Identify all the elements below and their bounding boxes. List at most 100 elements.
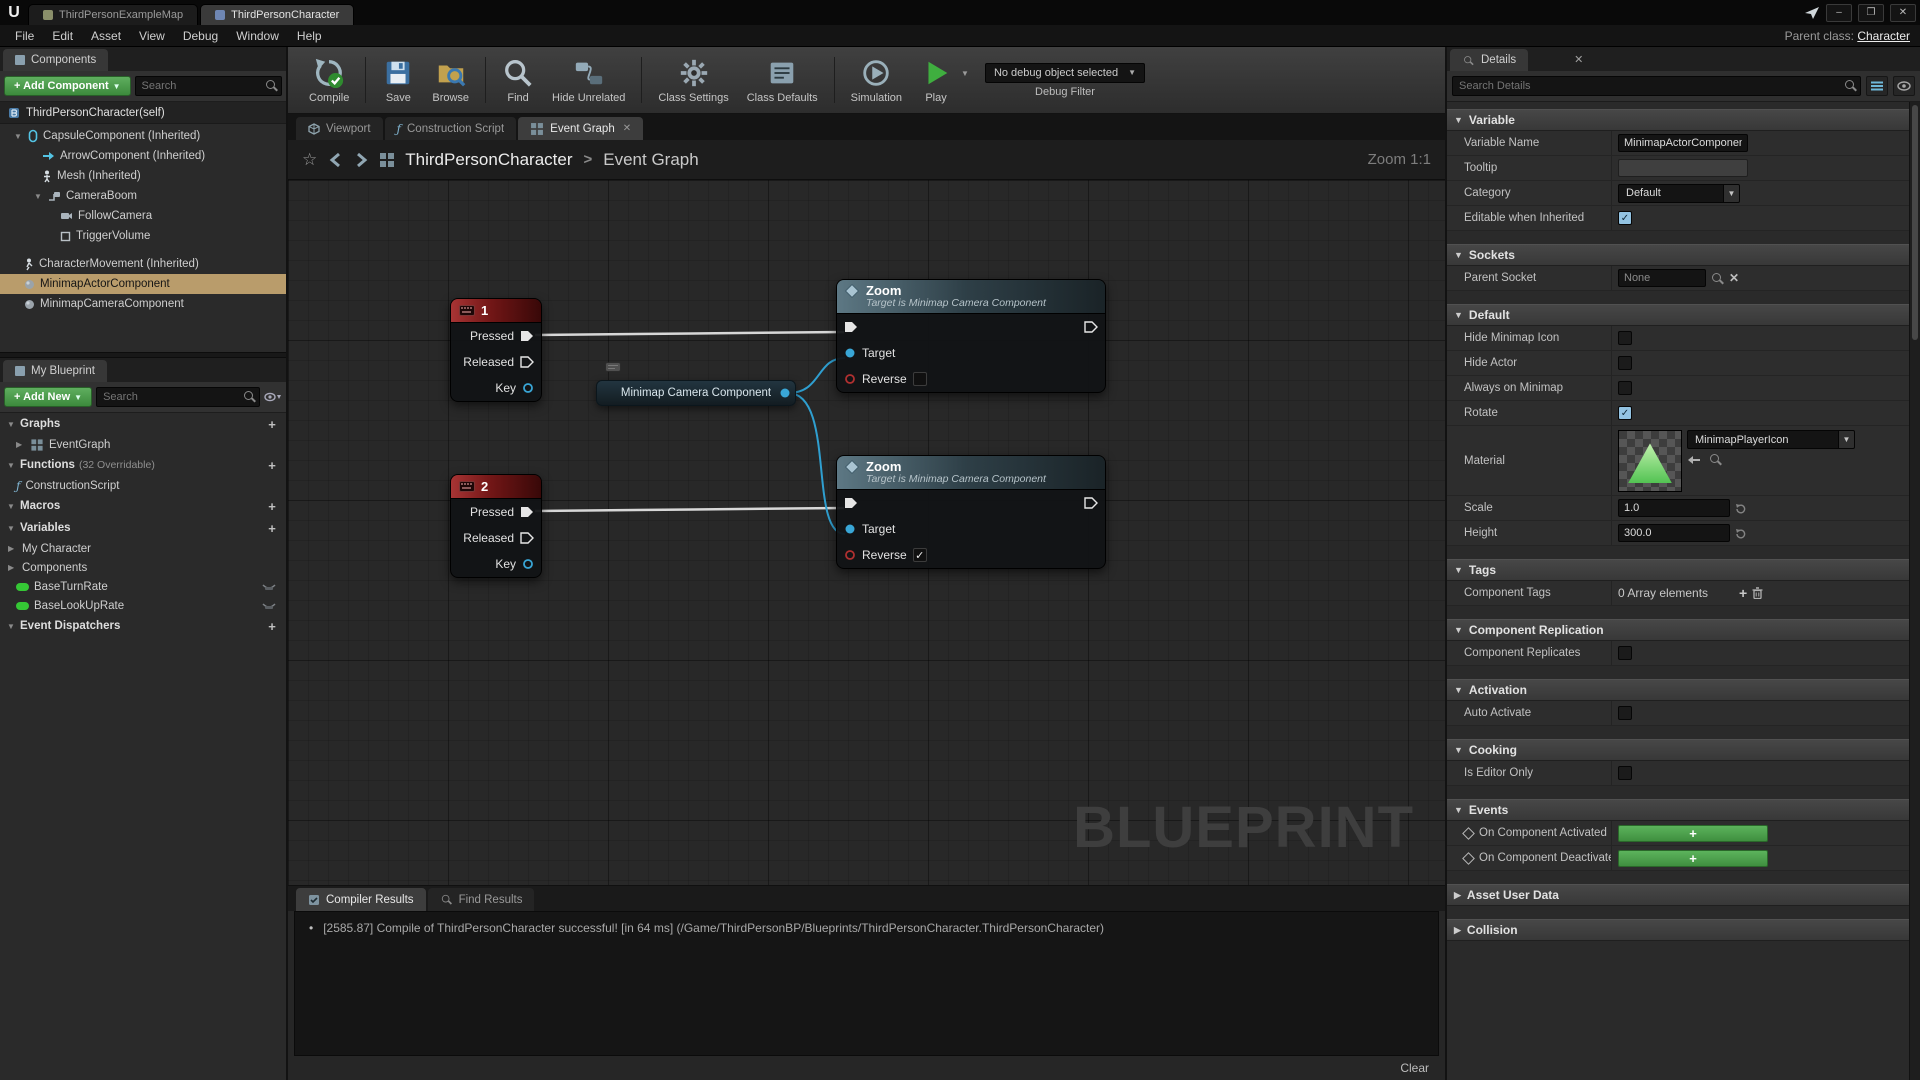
data-pin-output-connected[interactable] [779, 387, 791, 399]
comment-bubble-icon[interactable] [605, 362, 621, 374]
simulation-button[interactable]: Simulation [842, 54, 911, 107]
play-options-chevron-icon[interactable]: ▼ [961, 69, 969, 78]
scale-input[interactable] [1618, 499, 1730, 517]
debug-object-dropdown[interactable]: No debug object selected ▼ [985, 63, 1145, 83]
visibility-options-button[interactable] [1893, 76, 1915, 96]
compile-button[interactable]: Compile [300, 54, 358, 107]
tab-event-graph[interactable]: Event Graph ✕ [518, 117, 643, 140]
parent-class-link[interactable]: Character [1857, 29, 1910, 43]
section-component-replication[interactable]: ▼ Component Replication [1447, 619, 1909, 641]
details-tab[interactable]: Details [1450, 49, 1528, 71]
display-filter-button[interactable] [1866, 76, 1888, 96]
tree-item-minimapactor[interactable]: MinimapActorComponent [0, 274, 286, 294]
reset-to-default-icon[interactable] [1735, 503, 1746, 514]
hide-unrelated-button[interactable]: Hide Unrelated [543, 54, 634, 107]
use-selected-arrow-icon[interactable] [1687, 455, 1701, 465]
my-blueprint-search-input[interactable] [96, 387, 260, 407]
window-tab-example-map[interactable]: ThirdPersonExampleMap [28, 4, 198, 25]
expander-icon[interactable]: ▼ [7, 622, 16, 631]
menu-view[interactable]: View [130, 29, 174, 43]
eye-closed-icon[interactable] [262, 601, 276, 611]
components-search-input[interactable] [135, 76, 282, 96]
minimap-camera-getter-node[interactable]: Minimap Camera Component [596, 380, 796, 406]
data-pin-target-connected[interactable] [844, 347, 856, 359]
section-sockets[interactable]: ▼ Sockets [1447, 244, 1909, 266]
data-pin-key[interactable] [522, 382, 534, 394]
expander-icon[interactable]: ▶ [8, 563, 17, 572]
add-graph-button[interactable]: + [265, 417, 279, 432]
variable-baselookuprate[interactable]: BaseLookUpRate [0, 596, 286, 615]
exec-pin-connected[interactable] [520, 330, 534, 342]
menu-help[interactable]: Help [288, 29, 331, 43]
add-component-button[interactable]: + Add Component ▼ [4, 76, 131, 96]
tab-find-results[interactable]: Find Results [428, 888, 535, 911]
input-key-node-2[interactable]: 2 Pressed Released Key [450, 474, 542, 578]
breadcrumb-root[interactable]: ThirdPersonCharacter [405, 150, 572, 170]
bool-pin-reverse[interactable] [844, 549, 856, 561]
browse-asset-icon[interactable] [1709, 453, 1722, 466]
tree-item-arrow[interactable]: ArrowComponent (Inherited) [0, 146, 286, 166]
add-tag-icon[interactable]: + [1739, 585, 1747, 601]
menu-edit[interactable]: Edit [43, 29, 82, 43]
clear-tags-trash-icon[interactable] [1752, 587, 1763, 599]
hide-actor-checkbox[interactable] [1618, 356, 1632, 370]
auto-activate-checkbox[interactable] [1618, 706, 1632, 720]
expander-icon[interactable]: ▼ [7, 524, 16, 533]
maximize-button[interactable]: ❐ [1858, 4, 1884, 22]
zoom-function-node-2[interactable]: Zoom Target is Minimap Camera Component … [836, 455, 1106, 569]
details-scrollbar[interactable] [1909, 102, 1920, 1080]
tooltip-input[interactable] [1618, 159, 1748, 177]
variable-baseturnrate[interactable]: BaseTurnRate [0, 577, 286, 596]
tree-item-minimapcamera[interactable]: MinimapCameraComponent [0, 294, 286, 314]
tree-item-followcamera[interactable]: FollowCamera [0, 206, 286, 226]
socket-search-icon[interactable] [1711, 272, 1724, 285]
add-event-activated-button[interactable]: + [1618, 825, 1768, 842]
exec-pin-in-connected[interactable] [844, 321, 858, 333]
scrollbar-thumb[interactable] [1912, 105, 1918, 340]
play-button[interactable]: Play [911, 54, 961, 107]
feedback-icon[interactable] [1804, 6, 1820, 20]
browse-button[interactable]: Browse [423, 54, 478, 107]
add-event-deactivated-button[interactable]: + [1618, 850, 1768, 867]
expander-icon[interactable]: ▼ [7, 420, 16, 429]
menu-debug[interactable]: Debug [174, 29, 227, 43]
components-panel-tab[interactable]: Components [3, 49, 108, 71]
menu-asset[interactable]: Asset [82, 29, 130, 43]
class-defaults-button[interactable]: Class Defaults [738, 54, 827, 107]
event-graph-canvas[interactable]: 1 Pressed Released Key [288, 180, 1445, 885]
editable-checkbox[interactable] [1618, 211, 1632, 225]
view-options-eye-icon[interactable] [264, 391, 282, 403]
is-editor-only-checkbox[interactable] [1618, 766, 1632, 780]
section-collision[interactable]: ▶ Collision [1447, 919, 1909, 941]
add-macro-button[interactable]: + [265, 499, 279, 514]
exec-pin-out[interactable] [1084, 497, 1098, 509]
expander-icon[interactable]: ▼ [14, 132, 23, 141]
exec-pin-in-connected[interactable] [844, 497, 858, 509]
tree-item-triggervolume[interactable]: TriggerVolume [0, 226, 286, 246]
tree-item-capsule[interactable]: ▼ CapsuleComponent (Inherited) [0, 126, 286, 146]
add-new-button[interactable]: + Add New ▼ [4, 387, 92, 407]
eye-closed-icon[interactable] [262, 582, 276, 592]
parent-socket-input[interactable] [1618, 269, 1706, 287]
data-pin-key[interactable] [522, 558, 534, 570]
expander-icon[interactable]: ▼ [34, 192, 43, 201]
section-asset-user-data[interactable]: ▶ Asset User Data [1447, 884, 1909, 906]
exec-pin-out[interactable] [1084, 321, 1098, 333]
menu-file[interactable]: File [6, 29, 43, 43]
material-dropdown[interactable]: MinimapPlayerIcon ▼ [1687, 430, 1855, 449]
expander-icon[interactable]: ▼ [7, 502, 16, 511]
section-events[interactable]: ▼ Events [1447, 799, 1909, 821]
my-blueprint-tab[interactable]: My Blueprint [3, 360, 107, 382]
tab-compiler-results[interactable]: Compiler Results [296, 888, 426, 911]
data-pin-target-connected[interactable] [844, 523, 856, 535]
variable-name-input[interactable] [1618, 134, 1748, 152]
expander-icon[interactable]: ▶ [16, 440, 25, 449]
tab-viewport[interactable]: Viewport [296, 117, 383, 140]
graphs-header[interactable]: ▼ Graphs + [0, 413, 286, 435]
tree-item-cameraboom[interactable]: ▼ CameraBoom [0, 186, 286, 206]
component-replicates-checkbox[interactable] [1618, 646, 1632, 660]
category-components[interactable]: ▶ Components [0, 558, 286, 577]
category-my-character[interactable]: ▶ My Character [0, 539, 286, 558]
reverse-checkbox[interactable] [913, 372, 927, 386]
rotate-checkbox[interactable] [1618, 406, 1632, 420]
